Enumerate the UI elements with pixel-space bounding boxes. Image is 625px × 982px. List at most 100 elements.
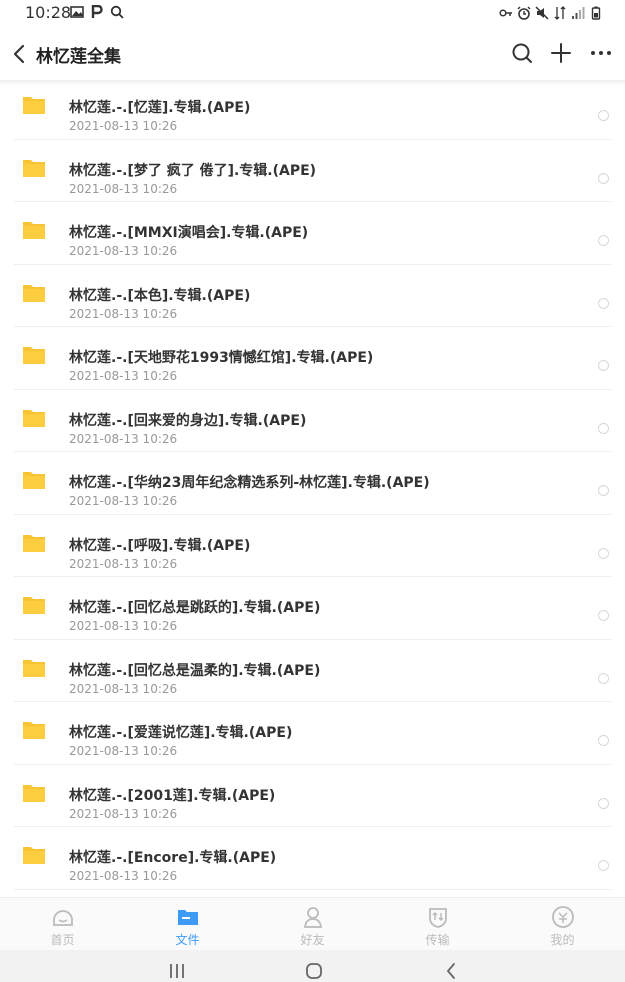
friends-icon	[303, 907, 322, 928]
chevron-left-icon[interactable]	[8, 40, 32, 68]
file-date: 2021-08-13 10:26	[69, 556, 178, 571]
file-name: 林忆莲.-.[2001莲].专辑.(APE)	[69, 787, 276, 804]
file-date: 2021-08-13 10:26	[69, 306, 178, 321]
file-row[interactable]: 林忆莲.-.[忆莲].专辑.(APE) 2021-08-13 10:26	[0, 77, 625, 140]
nav-item-home[interactable]: 首页	[0, 898, 125, 951]
p-icon	[91, 5, 103, 18]
transfer-icon	[428, 908, 447, 928]
file-name: 林忆莲.-.[梦了 疯了 倦了].专辑.(APE)	[69, 162, 317, 179]
file-name: 林忆莲.-.[忆莲].专辑.(APE)	[69, 100, 251, 116]
nav-label-home: 首页	[50, 933, 75, 947]
back-icon[interactable]	[440, 958, 462, 980]
status-bar: 10:28	[0, 0, 625, 26]
more-icon[interactable]	[588, 40, 614, 66]
file-name: 林忆莲.-.[本色].专辑.(APE)	[69, 287, 251, 304]
nav-item-files[interactable]: 文件	[125, 898, 250, 951]
profile-icon	[551, 906, 574, 928]
file-name: 林忆莲.-.[华纳23周年纪念精选系列-林忆莲].专辑.(APE)	[69, 475, 430, 491]
key-icon	[499, 9, 512, 17]
nav-label-friends: 好友	[300, 933, 325, 947]
file-date: 2021-08-13 10:26	[69, 744, 178, 758]
nav-item-transfer[interactable]: 传输	[375, 898, 500, 951]
status-left-icons	[70, 5, 124, 19]
folder-icon	[23, 597, 45, 614]
folder-icon	[23, 722, 45, 739]
select-radio[interactable]	[598, 672, 609, 684]
select-radio[interactable]	[598, 422, 609, 434]
nav-label-files: 文件	[175, 933, 200, 947]
folder-icon	[23, 659, 45, 677]
home-icon	[52, 910, 73, 926]
file-row[interactable]: 林忆莲.-.[回来爱的身边].专辑.(APE) 2021-08-13 10:26	[0, 390, 625, 453]
file-row[interactable]: 林忆莲.-.[2001莲].专辑.(APE) 2021-08-13 10:26	[0, 765, 625, 828]
file-row[interactable]: 林忆莲.-.[梦了 疯了 倦了].专辑.(APE) 2021-08-13 10:2…	[0, 140, 625, 203]
file-row[interactable]: 林忆莲.-.[华纳23周年纪念精选系列-林忆莲].专辑.(APE) 2021-08…	[0, 452, 625, 515]
signal-icon	[572, 7, 585, 19]
select-radio[interactable]	[598, 860, 609, 871]
nav-item-friends[interactable]: 好友	[250, 898, 375, 951]
select-radio[interactable]	[598, 485, 609, 496]
file-row[interactable]: 林忆莲.-.[爱莲说忆莲].专辑.(APE) 2021-08-13 10:26	[0, 702, 625, 765]
select-radio[interactable]	[598, 110, 609, 121]
nav-item-profile[interactable]: 我的	[500, 898, 625, 951]
file-name: 林忆莲.-.[呼吸].专辑.(APE)	[69, 537, 251, 554]
file-date: 2021-08-13 10:26	[69, 181, 178, 196]
folder-icon	[23, 534, 45, 552]
file-date: 2021-08-13 10:26	[69, 494, 178, 508]
plus-icon[interactable]	[548, 40, 574, 66]
file-list: 林忆莲.-.[忆莲].专辑.(APE) 2021-08-13 10:26 林忆莲.-…	[0, 77, 625, 890]
page-title: 林忆莲全集	[36, 47, 121, 67]
image-icon	[70, 6, 84, 18]
select-radio[interactable]	[598, 735, 609, 746]
file-date: 2021-08-13 10:26	[69, 806, 178, 821]
network-icon	[554, 6, 566, 20]
folder-icon	[23, 97, 45, 114]
select-radio[interactable]	[598, 610, 609, 621]
file-date: 2021-08-13 10:26	[69, 244, 178, 258]
select-radio[interactable]	[598, 297, 609, 309]
folder-icon	[23, 847, 45, 864]
folder-icon	[23, 409, 45, 427]
file-row[interactable]: 林忆莲.-.[回忆总是跳跃的].专辑.(APE) 2021-08-13 10:26	[0, 577, 625, 640]
nav-label-transfer: 传输	[425, 933, 450, 947]
folder-icon	[23, 347, 45, 364]
file-row[interactable]: 林忆莲.-.[MMXI演唱会].专辑.(APE) 2021-08-13 10:26	[0, 202, 625, 265]
select-radio[interactable]	[598, 172, 609, 184]
folder-icon	[23, 472, 45, 489]
folder-icon	[23, 222, 45, 239]
file-date: 2021-08-13 10:26	[69, 869, 178, 883]
select-radio[interactable]	[598, 797, 609, 809]
folder-icon	[23, 284, 45, 302]
mute-icon	[535, 6, 549, 20]
file-row[interactable]: 林忆莲.-.[Encore].专辑.(APE) 2021-08-13 10:26	[0, 827, 625, 890]
home-button-icon[interactable]	[303, 958, 325, 980]
select-radio[interactable]	[598, 235, 609, 246]
nav-label-profile: 我的	[550, 933, 575, 947]
search-icon[interactable]	[509, 40, 535, 66]
select-radio[interactable]	[598, 547, 609, 559]
file-name: 林忆莲.-.[MMXI演唱会].专辑.(APE)	[69, 225, 309, 241]
file-date: 2021-08-13 10:26	[69, 431, 178, 446]
alarm-icon	[517, 6, 531, 20]
file-row[interactable]: 林忆莲.-.[本色].专辑.(APE) 2021-08-13 10:26	[0, 265, 625, 328]
file-name: 林忆莲.-.[回忆总是温柔的].专辑.(APE)	[69, 662, 321, 679]
select-radio[interactable]	[598, 360, 609, 371]
file-date: 2021-08-13 10:26	[69, 369, 178, 383]
file-name: 林忆莲.-.[天地野花1993情憾红馆].专辑.(APE)	[69, 350, 374, 366]
file-name: 林忆莲.-.[Encore].专辑.(APE)	[69, 850, 277, 866]
folder-icon	[23, 784, 45, 802]
file-date: 2021-08-13 10:26	[69, 619, 178, 633]
search-icon	[110, 5, 124, 19]
file-date: 2021-08-13 10:26	[69, 681, 178, 696]
file-date: 2021-08-13 10:26	[69, 119, 178, 133]
recents-icon[interactable]	[166, 958, 188, 980]
app-header: 林忆莲全集	[0, 26, 625, 82]
file-row[interactable]: 林忆莲.-.[天地野花1993情憾红馆].专辑.(APE) 2021-08-13 …	[0, 327, 625, 390]
file-name: 林忆莲.-.[回忆总是跳跃的].专辑.(APE)	[69, 600, 321, 616]
file-row[interactable]: 林忆莲.-.[回忆总是温柔的].专辑.(APE) 2021-08-13 10:26	[0, 640, 625, 703]
file-name: 林忆莲.-.[爱莲说忆莲].专辑.(APE)	[69, 725, 293, 741]
file-row[interactable]: 林忆莲.-.[呼吸].专辑.(APE) 2021-08-13 10:26	[0, 515, 625, 578]
folder-icon	[23, 159, 45, 177]
bottom-nav: 首页 文件 好友 传输 我的	[0, 897, 625, 950]
folder-icon	[177, 910, 198, 925]
